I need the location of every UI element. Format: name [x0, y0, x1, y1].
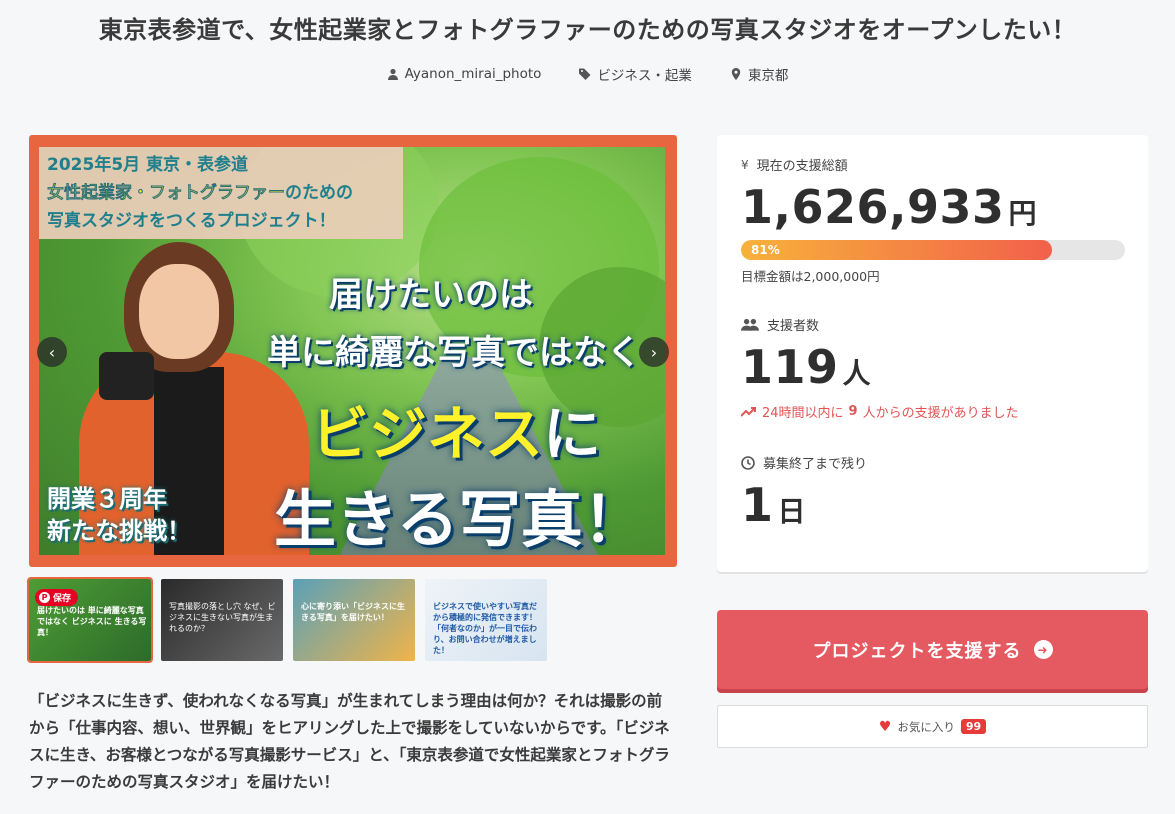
thumbnail-2[interactable]: 写真撮影の落とし穴 なぜ、ビジネスに生きない写真が生まれるのか？ — [161, 579, 283, 661]
main-image-carousel[interactable]: 2025年5月 東京・表参道 女性起業家・フォトグラファーのための 写真スタジオ… — [29, 135, 677, 567]
image-caption-box: 2025年5月 東京・表参道 女性起業家・フォトグラファーのための 写真スタジオ… — [39, 147, 403, 239]
camera-icon — [99, 352, 154, 400]
arrow-right-circle-icon: ➜ — [1033, 640, 1053, 659]
total-label: ¥ 現在の支援総額 — [741, 157, 848, 175]
thumbnail-4[interactable]: ビジネスで使いやすい写真だから積極的に発信できます！「何者なのか」が一目で伝わり… — [425, 579, 547, 661]
favorite-button[interactable]: ♥ お気に入り 99 — [717, 705, 1148, 748]
anniversary-badge: 開業３周年 新たな挑戦！ — [47, 485, 191, 545]
project-description: 「ビジネスに生きず、使われなくなる写真」が生まれてしまう理由は何か？それは撮影の… — [29, 692, 670, 791]
favorite-count-badge: 99 — [960, 719, 987, 734]
headline-line: 届けたいのは — [329, 275, 533, 315]
yen-icon: ¥ — [741, 157, 749, 172]
headline-line: ビジネスに — [311, 400, 602, 468]
supporters-label: 支援者数 — [741, 315, 1124, 334]
category-name: ビジネス・起業 — [597, 68, 692, 84]
category-link[interactable]: ビジネス・起業 — [579, 64, 692, 84]
total-amount: 1,626,933 円 — [741, 180, 1038, 234]
chevron-left-icon: ‹ — [48, 342, 56, 362]
chevron-right-icon: › — [650, 342, 658, 362]
recent-support-trend: 24時間以内に 9 人からの支援がありました — [741, 402, 1124, 421]
clock-icon — [741, 455, 755, 470]
caption-line: 2025年5月 東京・表参道 — [47, 155, 249, 175]
thumbnail-3[interactable]: 心に寄り添い「ビジネスに生きる写真」を届けたい！ — [293, 579, 415, 661]
headline-line: 生きる写真！ — [274, 483, 645, 555]
carousel-prev-button[interactable]: ‹ — [37, 337, 67, 367]
supporters-count: 119 人 — [741, 340, 872, 394]
thumbnail-1[interactable]: P 保存 届けたいのは 単に綺麗な写真ではなく ビジネスに 生きる写真！ — [27, 577, 153, 663]
main-image: 2025年5月 東京・表参道 女性起業家・フォトグラファーのための 写真スタジオ… — [39, 147, 665, 555]
remaining-label: 募集終了まで残り — [741, 453, 1124, 472]
pinterest-save-button[interactable]: P 保存 — [35, 589, 79, 606]
heart-icon: ♥ — [878, 718, 892, 735]
thumbnail-strip: P 保存 届けたいのは 単に綺麗な写真ではなく ビジネスに 生きる写真！ 写真撮影… — [27, 577, 547, 663]
trending-up-icon — [741, 406, 756, 417]
funding-progress-bar: 81% — [741, 240, 1125, 260]
project-title: 東京表参道で、女性起業家とフォトグラファーのための写真スタジオをオープンしたい！ — [98, 16, 1077, 44]
caption-line: 女性起業家・フォトグラファーのための — [47, 183, 353, 203]
user-icon — [387, 68, 398, 80]
headline-line: 単に綺麗な写真ではなく — [267, 333, 641, 373]
progress-fill: 81% — [741, 240, 1053, 260]
goal-amount: 目標金額は2,000,000円 — [741, 269, 880, 284]
users-icon — [741, 318, 759, 331]
support-project-button[interactable]: プロジェクトを支援する ➜ — [717, 610, 1148, 689]
project-meta: Ayanon_mirai_photo ビジネス・起業 東京都 — [0, 64, 1175, 84]
carousel-next-button[interactable]: › — [639, 337, 669, 367]
location-name: 東京都 — [747, 68, 789, 84]
tag-icon — [579, 68, 591, 80]
pinterest-icon: P — [39, 592, 50, 603]
owner-name: Ayanon_mirai_photo — [404, 66, 542, 82]
caption-line: 写真スタジオをつくるプロジェクト！ — [47, 211, 336, 231]
remaining-days: 1日 — [741, 478, 807, 532]
funding-stats-card: ¥ 現在の支援総額 1,626,933 円 81% 目標金額は2,000,000円… — [717, 135, 1148, 572]
owner-link[interactable]: Ayanon_mirai_photo — [387, 64, 542, 84]
location-link[interactable]: 東京都 — [730, 64, 789, 84]
location-pin-icon — [731, 68, 741, 80]
